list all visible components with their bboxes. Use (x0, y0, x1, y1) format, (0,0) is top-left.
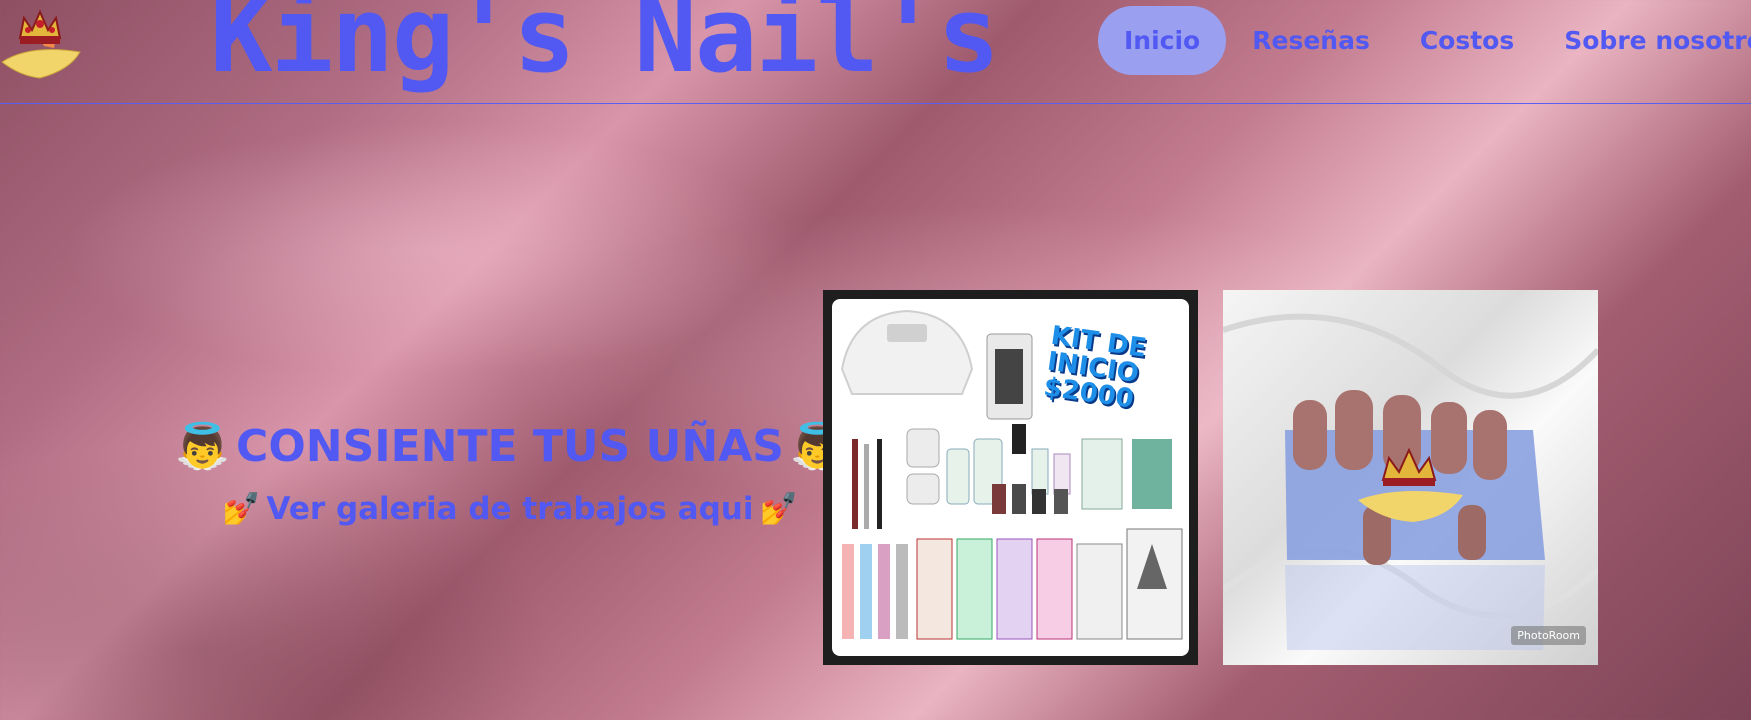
gallery-link[interactable]: 💅 Ver galeria de trabajos aqui 💅 (210, 490, 810, 528)
crown-logo-icon[interactable] (0, 4, 86, 80)
baby-angel-icon: 👼 (175, 421, 231, 472)
hero-title: 👼 CONSIENTE TUS UÑAS 👼 (175, 420, 845, 473)
kit-label: KIT DE INICIO $2000 (1042, 321, 1148, 415)
photoroom-watermark: PhotoRoom (1511, 626, 1586, 645)
brand-title: King's Nail's (210, 0, 1000, 96)
nail-polish-icon: 💅 (759, 491, 799, 527)
nav-item-sobre-nosotros[interactable]: Sobre nosotros (1564, 26, 1751, 55)
hero-section: 👼 CONSIENTE TUS UÑAS 👼 💅 Ver galeria de … (175, 420, 845, 528)
nav-item-costos[interactable]: Costos (1420, 26, 1514, 55)
starter-kit-image[interactable]: KIT DE INICIO $2000 (823, 290, 1198, 665)
nail-polish-icon: 💅 (221, 491, 261, 527)
hero-title-text: CONSIENTE TUS UÑAS (236, 420, 784, 472)
nav-item-inicio[interactable]: Inicio (1098, 5, 1227, 75)
nails-showcase-image[interactable]: PhotoRoom (1223, 290, 1598, 665)
nav-item-resenas[interactable]: Reseñas (1252, 26, 1370, 55)
main-nav: Inicio Reseñas Costos Sobre nosotros (1098, 0, 1751, 80)
site-header: King's Nail's Inicio Reseñas Costos Sobr… (0, 0, 1751, 104)
gallery-link-text[interactable]: Ver galeria de trabajos aqui (267, 491, 754, 527)
starter-kit-photo: KIT DE INICIO $2000 (832, 299, 1189, 656)
